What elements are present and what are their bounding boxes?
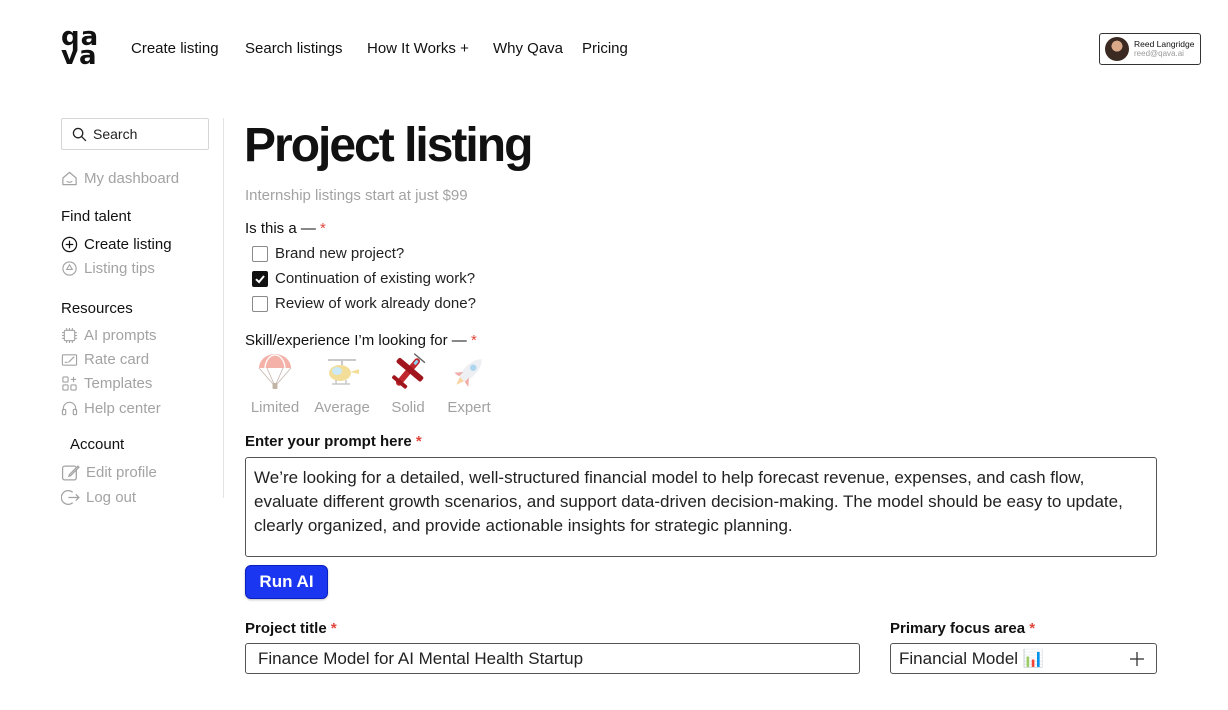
logo-line-2: va (61, 41, 98, 71)
option-label: Brand new project? (275, 245, 405, 262)
sidebar-item-label: Templates (84, 375, 153, 392)
qava-logo[interactable]: qa va (61, 24, 103, 71)
skill-level-limited[interactable]: Limited (244, 352, 306, 416)
required-mark: * (470, 332, 477, 349)
templates-icon (62, 376, 77, 391)
label-text: Project title (245, 620, 327, 637)
label-text: Is this a — (245, 220, 316, 237)
airplane-icon (392, 353, 426, 389)
nav-create-listing[interactable]: Create listing (131, 40, 219, 57)
option-continuation[interactable]: Continuation of existing work? (252, 270, 475, 287)
option-brand-new[interactable]: Brand new project? (252, 245, 404, 262)
project-type-label: Is this a — * (245, 220, 326, 237)
rocket-icon (454, 359, 482, 387)
prompt-label: Enter your prompt here * (245, 433, 422, 450)
skill-level-solid[interactable]: Solid (377, 352, 439, 416)
label-text: Enter your prompt here (245, 433, 412, 450)
sidebar-item-dashboard[interactable]: My dashboard (61, 170, 179, 187)
parachute-icon (258, 354, 292, 389)
label-text: Skill/experience I’m looking for — (245, 332, 467, 349)
checkbox-checked[interactable] (252, 270, 268, 287)
sidebar-item-label: Create listing (84, 236, 172, 253)
sidebar-item-label: Log out (86, 489, 137, 506)
sidebar-item-label: Rate card (84, 351, 150, 368)
plus-icon[interactable] (1128, 650, 1146, 668)
option-review[interactable]: Review of work already done? (252, 295, 476, 312)
nav-why-qava[interactable]: Why Qava (493, 40, 563, 57)
focus-area-label: Primary focus area * (890, 620, 1035, 637)
required-mark: * (415, 433, 422, 450)
option-label: Review of work already done? (275, 295, 476, 312)
sidebar-item-edit-profile[interactable]: Edit profile (61, 463, 157, 482)
prompt-textarea[interactable]: We’re looking for a detailed, well-struc… (245, 457, 1157, 557)
rate-card-icon (61, 354, 78, 366)
label-text: Primary focus area (890, 620, 1026, 637)
page-title: Project listing (244, 119, 533, 172)
sidebar-item-label: Help center (84, 400, 161, 417)
skill-label: Average (314, 399, 370, 416)
sidebar-item-label: Edit profile (86, 464, 157, 481)
search-placeholder: Search (93, 126, 138, 142)
plus-circle-icon (61, 236, 78, 253)
sidebar-item-templates[interactable]: Templates (61, 375, 152, 392)
sidebar-heading-find-talent: Find talent (61, 208, 132, 225)
headset-icon (61, 401, 78, 416)
edit-icon (61, 465, 80, 481)
input-value: Finance Model for AI Mental Health Start… (258, 648, 584, 668)
sidebar-heading-account: Account (70, 436, 125, 453)
nav-search-listings[interactable]: Search listings (245, 40, 343, 57)
input-value: Financial Model 📊 (899, 648, 1044, 668)
skill-label: Solid (391, 399, 425, 416)
required-mark: * (320, 220, 326, 237)
sidebar-search-input[interactable]: Search (61, 118, 209, 150)
helicopter-icon (328, 359, 359, 385)
sidebar-divider (223, 118, 224, 498)
sidebar-item-label: My dashboard (84, 170, 180, 187)
tips-icon (62, 261, 77, 276)
project-title-label: Project title * (245, 620, 337, 637)
sidebar-item-label: Listing tips (84, 260, 155, 277)
search-icon (72, 127, 87, 141)
page-subtitle: Internship listings start at just $99 (245, 187, 468, 204)
sidebar-item-label: AI prompts (84, 327, 157, 344)
sidebar-item-help-center[interactable]: Help center (61, 400, 161, 417)
focus-area-select[interactable]: Financial Model 📊 (890, 643, 1157, 674)
sidebar-item-log-out[interactable]: Log out (61, 488, 136, 507)
skill-label: Skill/experience I’m looking for — * (245, 332, 477, 349)
nav-pricing[interactable]: Pricing (582, 40, 628, 57)
chip-icon (61, 327, 78, 344)
run-ai-button[interactable]: Run AI (245, 565, 328, 599)
user-menu-button[interactable]: Reed Langridge reed@qava.ai (1099, 33, 1201, 65)
skill-label: Limited (250, 399, 300, 416)
home-icon (62, 171, 77, 186)
checkmark-icon (255, 274, 265, 283)
logout-icon (61, 490, 80, 505)
user-email: reed@qava.ai (1134, 49, 1184, 58)
sidebar-item-listing-tips[interactable]: Listing tips (61, 260, 155, 277)
skill-level-expert[interactable]: Expert (438, 352, 500, 416)
skill-label: Expert (447, 399, 491, 416)
project-title-input[interactable]: Finance Model for AI Mental Health Start… (245, 643, 860, 674)
sidebar-item-rate-card[interactable]: Rate card (61, 351, 149, 368)
required-mark: * (330, 620, 337, 637)
checkbox[interactable] (252, 295, 268, 312)
avatar (1105, 37, 1129, 61)
nav-how-it-works[interactable]: How It Works + (367, 40, 469, 57)
option-label: Continuation of existing work? (275, 270, 476, 287)
required-mark: * (1029, 620, 1036, 637)
sidebar-item-ai-prompts[interactable]: AI prompts (61, 327, 157, 344)
user-info: Reed Langridge reed@qava.ai (1134, 39, 1195, 59)
sidebar-item-create-listing[interactable]: Create listing (61, 236, 172, 253)
user-name: Reed Langridge (1134, 39, 1195, 49)
skill-level-average[interactable]: Average (311, 352, 373, 416)
checkbox[interactable] (252, 245, 268, 262)
sidebar-heading-resources: Resources (61, 300, 133, 317)
